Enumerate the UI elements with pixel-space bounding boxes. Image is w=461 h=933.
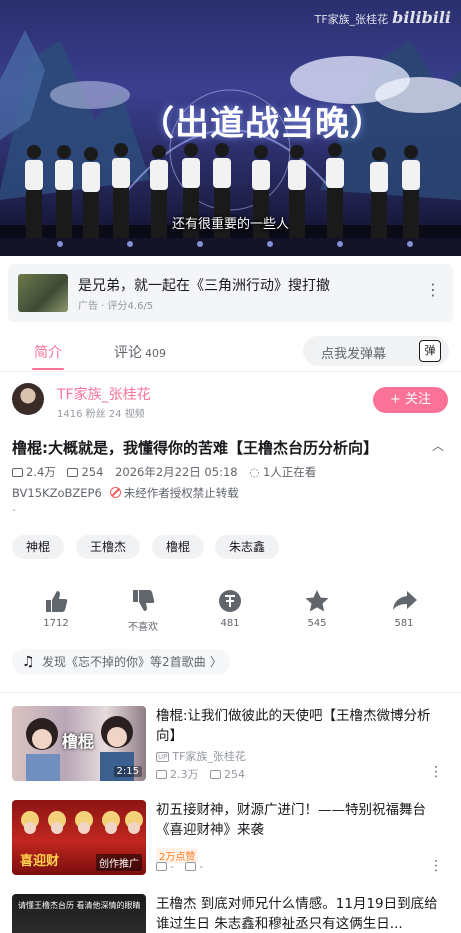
divider bbox=[0, 692, 461, 693]
watching-icon: ◌ bbox=[249, 465, 260, 479]
thumbs-up-icon bbox=[46, 591, 68, 612]
tab-intro[interactable]: 简介 bbox=[34, 342, 62, 362]
video-player[interactable]: （出道战当晚） 还有很重要的一些人 TF家族_张桂花 bilibili bbox=[0, 0, 461, 256]
play-count-icon bbox=[12, 468, 23, 477]
recommended-stats: 2.3万 254 bbox=[156, 766, 245, 782]
bvid: BV15KZoBZEP6 bbox=[12, 486, 102, 500]
ad-thumbnail bbox=[18, 274, 68, 312]
like-button[interactable]: 1712 bbox=[26, 588, 86, 629]
coin-icon bbox=[219, 590, 241, 612]
tab-comments-label: 评论 bbox=[114, 345, 142, 361]
uploader-stats: 1416 粉丝 24 视频 bbox=[57, 409, 145, 420]
danmaku-count: 254 bbox=[81, 465, 104, 479]
favorite-button[interactable]: 545 bbox=[287, 588, 347, 629]
ad-title: 是兄弟，就一起在《三角洲行动》搜打撤 bbox=[78, 278, 330, 294]
music-chip[interactable]: ♫ 发现《忘不掉的你》等2首歌曲 〉 bbox=[12, 649, 230, 675]
coin-button[interactable]: 481 bbox=[200, 588, 260, 629]
dislike-button[interactable]: 不喜欢 bbox=[113, 588, 173, 633]
recommended-thumbnail: 喜迎财 创作推广 bbox=[12, 800, 146, 875]
comment-count: 409 bbox=[145, 347, 166, 360]
danmaku-input[interactable]: 点我发弹幕 弹 bbox=[303, 336, 449, 366]
share-icon bbox=[393, 591, 417, 610]
video-meta: 2.4万 254 2026年2月22日 05:18 ◌ 1人正在看 bbox=[12, 464, 316, 480]
share-count: 581 bbox=[394, 618, 414, 629]
danmaku-toggle-icon[interactable]: 弹 bbox=[419, 340, 441, 362]
bilibili-logo: bilibili bbox=[392, 8, 451, 27]
tag-chip[interactable]: 朱志鑫 bbox=[215, 535, 279, 559]
tag-chip[interactable]: 王橹杰 bbox=[76, 535, 140, 559]
video-watermark: TF家族_张桂花 bilibili bbox=[315, 8, 451, 27]
more-vertical-icon[interactable]: ⋮ bbox=[429, 764, 443, 780]
danmaku-placeholder: 点我发弹幕 bbox=[321, 347, 387, 362]
music-text: 发现《忘不掉的你》等2首歌曲 bbox=[42, 655, 206, 669]
favorite-count: 545 bbox=[307, 618, 327, 629]
thumbnail-label: 橹棍 bbox=[62, 732, 95, 751]
recommended-uploader: UP TF家族_张桂花 bbox=[156, 748, 246, 764]
dislike-label: 不喜欢 bbox=[128, 622, 158, 633]
recommended-video[interactable]: 喜迎财 创作推广 初五接财神，财源广进门！——特别祝福舞台《喜迎财神》来袭 2万… bbox=[12, 800, 449, 880]
share-button[interactable]: 581 bbox=[374, 588, 434, 629]
promo-badge: 创作推广 bbox=[96, 854, 142, 871]
up-icon: UP bbox=[156, 752, 170, 762]
active-tab-indicator bbox=[32, 368, 64, 370]
recommended-video[interactable]: 请懂王橹杰台历 看清他深情的眼睛 王橹杰 到底对师兄什么情感。11月19日到底给… bbox=[12, 894, 449, 933]
video-title: 橹棍:大概就是，我懂得你的苦难【王橹杰台历分析向】 bbox=[12, 439, 379, 457]
video-duration: 2:15 bbox=[113, 766, 142, 777]
recommended-stats: - - bbox=[156, 860, 203, 873]
watching-count: 1人正在看 bbox=[262, 465, 317, 479]
ad-card[interactable]: 是兄弟，就一起在《三角洲行动》搜打撤 广告 · 评分4.6/5 ⋮ bbox=[8, 264, 453, 322]
coin-count: 481 bbox=[220, 618, 240, 629]
video-description: - bbox=[12, 505, 16, 516]
recommended-danmaku: 254 bbox=[224, 768, 245, 781]
tab-comments[interactable]: 评论 409 bbox=[114, 342, 166, 362]
no-repost-icon bbox=[109, 487, 121, 498]
play-count-icon bbox=[156, 862, 167, 871]
more-vertical-icon[interactable]: ⋮ bbox=[429, 858, 443, 874]
chevron-up-icon[interactable]: ︿ bbox=[432, 437, 444, 454]
recommended-thumbnail: 请懂王橹杰台历 看清他深情的眼睛 bbox=[12, 894, 146, 933]
danmaku-count-icon bbox=[210, 770, 221, 779]
view-count: 2.4万 bbox=[26, 465, 56, 479]
publish-date: 2026年2月22日 05:18 bbox=[115, 465, 238, 479]
play-count-icon bbox=[156, 770, 167, 779]
chevron-right-icon: 〉 bbox=[209, 655, 222, 669]
follow-button[interactable]: + 关注 bbox=[373, 387, 448, 413]
recommended-views: 2.3万 bbox=[170, 768, 199, 781]
video-subtitle: 还有很重要的一些人 bbox=[171, 217, 289, 232]
more-vertical-icon[interactable]: ⋮ bbox=[425, 280, 441, 299]
danmaku-count-icon bbox=[185, 862, 197, 871]
copyright-notice: 未经作者授权禁止转载 bbox=[123, 486, 239, 500]
music-note-icon: ♫ bbox=[22, 654, 35, 670]
recommended-title: 初五接财神，财源广进门！——特别祝福舞台《喜迎财神》来袭 bbox=[156, 802, 426, 838]
bvid-line: BV15KZoBZEP6 未经作者授权禁止转载 bbox=[12, 485, 239, 501]
tag-chip[interactable]: 橹棍 bbox=[152, 535, 204, 559]
star-icon bbox=[305, 590, 329, 612]
video-overlay-title: （出道战当晚） bbox=[140, 104, 385, 144]
danmaku-count-icon bbox=[67, 468, 79, 477]
ad-meta: 广告 · 评分4.6/5 bbox=[78, 301, 154, 312]
thumbs-down-icon bbox=[133, 590, 155, 611]
recommended-views: - bbox=[170, 860, 174, 873]
recommended-danmaku: - bbox=[199, 860, 204, 873]
uploader-avatar[interactable] bbox=[12, 383, 44, 415]
recommended-title: 橹棍:让我们做彼此的天使吧【王橹杰微博分析向】 bbox=[156, 708, 431, 744]
like-count: 1712 bbox=[43, 618, 69, 629]
uploader-name[interactable]: TF家族_张桂花 bbox=[57, 384, 151, 404]
recommended-thumbnail: 橹棍 2:15 bbox=[12, 706, 146, 781]
thumbnail-label: 喜迎财 bbox=[20, 854, 60, 869]
watermark-channel: TF家族_张桂花 bbox=[314, 13, 389, 26]
recommended-uploader-name: TF家族_张桂花 bbox=[172, 750, 246, 763]
tag-chip[interactable]: 神棍 bbox=[12, 535, 64, 559]
recommended-video[interactable]: 橹棍 2:15 橹棍:让我们做彼此的天使吧【王橹杰微博分析向】 UP TF家族_张… bbox=[12, 706, 449, 786]
recommended-title: 王橹杰 到底对师兄什么情感。11月19日到底给谁过生日 朱志鑫和穆祉丞只有这俩生… bbox=[156, 896, 438, 932]
thumbnail-label: 请懂王橹杰台历 看清他深情的眼睛 bbox=[18, 901, 141, 910]
